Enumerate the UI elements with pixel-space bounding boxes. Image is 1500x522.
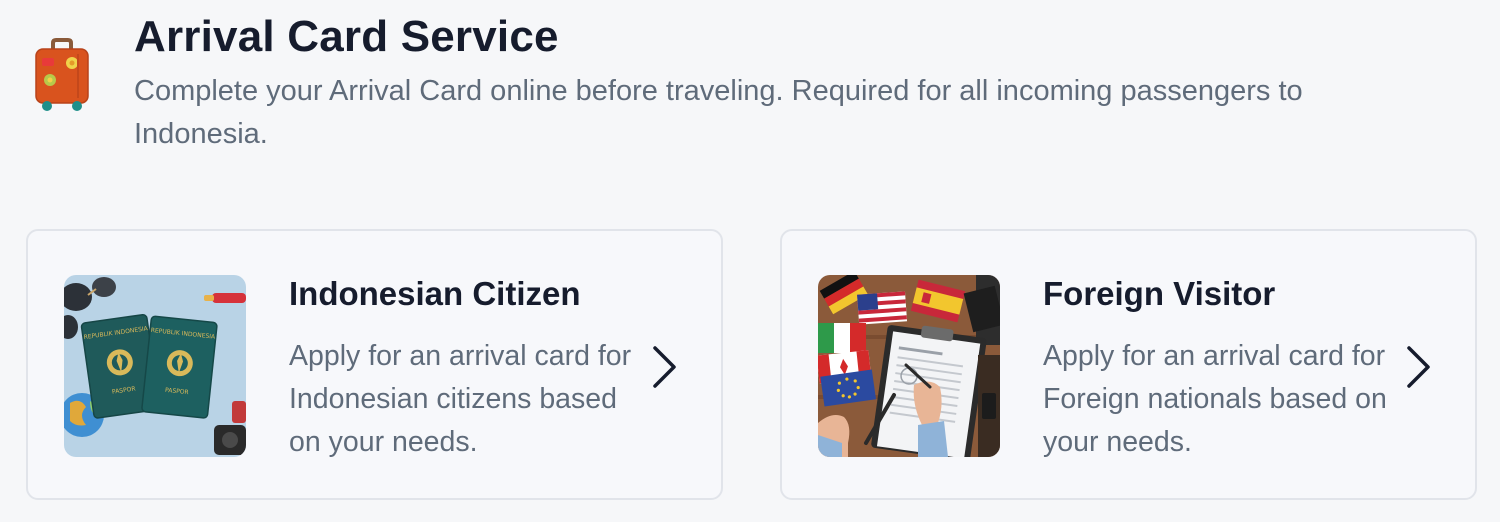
card-description: Apply for an arrival card for Foreign na…	[1043, 340, 1387, 458]
page-subtitle: Complete your Arrival Card online before…	[134, 75, 1303, 150]
suitcase-icon	[34, 38, 90, 112]
chevron-right-icon[interactable]	[1404, 345, 1432, 389]
flags-and-form-image	[818, 275, 1000, 457]
page-title: Arrival Card Service	[134, 12, 559, 61]
indonesian-passports-image: REPUBLIK INDONESIA PASPOR REPUBLIK INDON…	[64, 275, 246, 457]
arrival-card-page: Arrival Card Service Complete your Arriv…	[0, 0, 1500, 522]
page-header: Arrival Card Service Complete your Arriv…	[0, 0, 1500, 180]
foreign-visitor-card[interactable]: Foreign Visitor Apply for an arrival car…	[780, 229, 1477, 500]
indonesian-citizen-card[interactable]: REPUBLIK INDONESIA PASPOR REPUBLIK INDON…	[26, 229, 723, 500]
card-title: Indonesian Citizen	[289, 275, 581, 312]
card-title: Foreign Visitor	[1043, 275, 1276, 312]
card-description: Apply for an arrival card for Indonesian…	[289, 340, 632, 458]
chevron-right-icon[interactable]	[650, 345, 678, 389]
